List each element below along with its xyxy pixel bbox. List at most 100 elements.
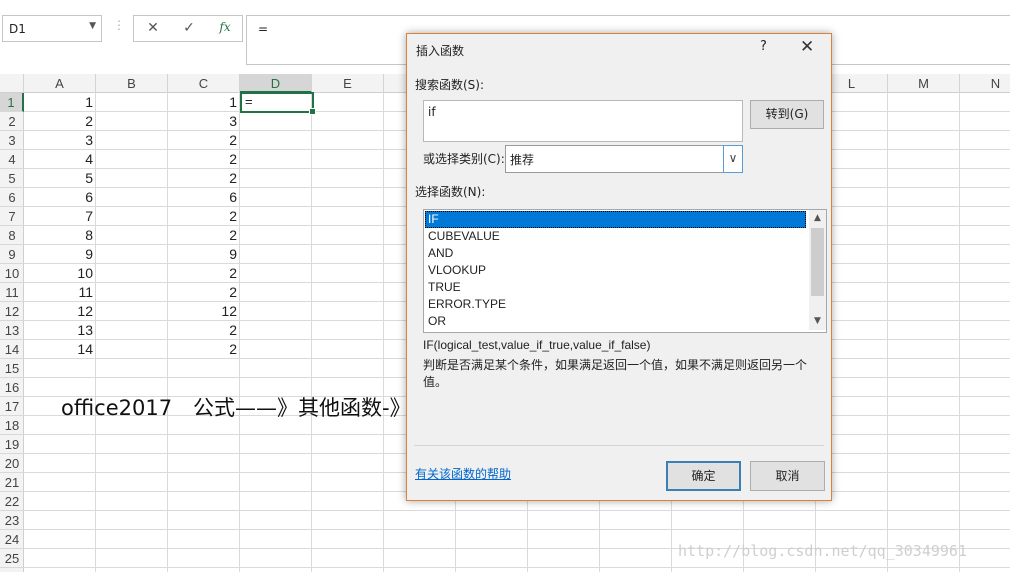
row-header-22[interactable]: 22 bbox=[0, 492, 24, 511]
column-header-b[interactable]: B bbox=[96, 74, 168, 93]
row-header-10[interactable]: 10 bbox=[0, 264, 24, 283]
row-header-9[interactable]: 9 bbox=[0, 245, 24, 264]
cell-a3[interactable]: 3 bbox=[24, 131, 96, 150]
function-item-cubevalue[interactable]: CUBEVALUE bbox=[425, 228, 806, 245]
row-header-16[interactable]: 16 bbox=[0, 378, 24, 397]
scroll-up-icon[interactable]: ▲ bbox=[809, 210, 826, 227]
cancel-icon[interactable]: ✕ bbox=[142, 20, 164, 38]
category-label: 或选择类别(C): bbox=[423, 152, 505, 166]
cell-c5[interactable]: 2 bbox=[168, 169, 240, 188]
function-item-error-type[interactable]: ERROR.TYPE bbox=[425, 296, 806, 313]
cell-c1[interactable]: 1 bbox=[168, 93, 240, 112]
cell-a14[interactable]: 14 bbox=[24, 340, 96, 359]
row-header-1[interactable]: 1 bbox=[0, 93, 24, 112]
cell-c14[interactable]: 2 bbox=[168, 340, 240, 359]
row-header-6[interactable]: 6 bbox=[0, 188, 24, 207]
column-header-c[interactable]: C bbox=[168, 74, 240, 93]
function-item-and[interactable]: AND bbox=[425, 245, 806, 262]
column-header-n[interactable]: N bbox=[960, 74, 1010, 93]
formula-bar-grip: ⋮ bbox=[113, 18, 125, 32]
cell-c8[interactable]: 2 bbox=[168, 226, 240, 245]
cell-c13[interactable]: 2 bbox=[168, 321, 240, 340]
row-header-3[interactable]: 3 bbox=[0, 131, 24, 150]
goto-button[interactable]: 转到(G) bbox=[750, 100, 824, 129]
row-header-25[interactable]: 25 bbox=[0, 549, 24, 568]
chevron-down-icon[interactable]: ∨ bbox=[723, 145, 743, 173]
list-scrollbar[interactable]: ▲ ▼ bbox=[809, 210, 826, 330]
row-header-13[interactable]: 13 bbox=[0, 321, 24, 340]
function-item-if[interactable]: IF bbox=[425, 211, 806, 228]
search-value: if bbox=[428, 105, 436, 119]
cell-c4[interactable]: 2 bbox=[168, 150, 240, 169]
function-list-label: 选择函数(N): bbox=[415, 185, 486, 199]
cell-a10[interactable]: 10 bbox=[24, 264, 96, 283]
cell-a2[interactable]: 2 bbox=[24, 112, 96, 131]
check-icon[interactable]: ✓ bbox=[178, 20, 200, 38]
divider bbox=[414, 445, 824, 446]
row-header-17[interactable]: 17 bbox=[0, 397, 24, 416]
row-header-14[interactable]: 14 bbox=[0, 340, 24, 359]
cell-a4[interactable]: 4 bbox=[24, 150, 96, 169]
cancel-button[interactable]: 取消 bbox=[750, 461, 825, 491]
function-syntax: IF(logical_test,value_if_true,value_if_f… bbox=[423, 338, 651, 352]
fill-handle[interactable] bbox=[309, 108, 316, 115]
formula-text: = bbox=[258, 22, 269, 36]
cell-c11[interactable]: 2 bbox=[168, 283, 240, 302]
function-item-vlookup[interactable]: VLOOKUP bbox=[425, 262, 806, 279]
cell-a7[interactable]: 7 bbox=[24, 207, 96, 226]
row-header-11[interactable]: 11 bbox=[0, 283, 24, 302]
cell-a1[interactable]: 1 bbox=[24, 93, 96, 112]
column-header-e[interactable]: E bbox=[312, 74, 384, 93]
name-box-value: D1 bbox=[9, 22, 26, 36]
cell-a12[interactable]: 12 bbox=[24, 302, 96, 321]
cell-c7[interactable]: 2 bbox=[168, 207, 240, 226]
cell-c3[interactable]: 2 bbox=[168, 131, 240, 150]
cell-c9[interactable]: 9 bbox=[168, 245, 240, 264]
row-header-7[interactable]: 7 bbox=[0, 207, 24, 226]
column-header-d[interactable]: D bbox=[240, 74, 312, 93]
ok-button[interactable]: 确定 bbox=[666, 461, 741, 491]
cell-c10[interactable]: 2 bbox=[168, 264, 240, 283]
row-header-20[interactable]: 20 bbox=[0, 454, 24, 473]
row-header-19[interactable]: 19 bbox=[0, 435, 24, 454]
cell-a13[interactable]: 13 bbox=[24, 321, 96, 340]
row-header-4[interactable]: 4 bbox=[0, 150, 24, 169]
formula-buttons: ✕ ✓ fx bbox=[133, 15, 243, 42]
function-help-link[interactable]: 有关该函数的帮助 bbox=[415, 465, 511, 482]
function-item-or[interactable]: OR bbox=[425, 313, 806, 330]
active-cell-d1[interactable]: = bbox=[240, 92, 316, 115]
row-header-18[interactable]: 18 bbox=[0, 416, 24, 435]
row-header-23[interactable]: 23 bbox=[0, 511, 24, 530]
name-box[interactable]: D1 ▼ bbox=[2, 15, 102, 42]
cell-a5[interactable]: 5 bbox=[24, 169, 96, 188]
scroll-thumb[interactable] bbox=[811, 228, 824, 296]
category-select[interactable]: 推荐 ∨ bbox=[505, 145, 743, 173]
function-description: 判断是否满足某个条件，如果满足返回一个值，如果不满足则返回另一个值。 bbox=[423, 358, 808, 389]
cell-a9[interactable]: 9 bbox=[24, 245, 96, 264]
row-header-5[interactable]: 5 bbox=[0, 169, 24, 188]
column-header-a[interactable]: A bbox=[24, 74, 96, 93]
insert-function-icon[interactable]: fx bbox=[214, 20, 236, 38]
select-all-corner[interactable] bbox=[0, 74, 24, 93]
help-icon[interactable]: ? bbox=[760, 39, 767, 54]
cell-c2[interactable]: 3 bbox=[168, 112, 240, 131]
cell-a6[interactable]: 6 bbox=[24, 188, 96, 207]
column-header-m[interactable]: M bbox=[888, 74, 960, 93]
row-header-21[interactable]: 21 bbox=[0, 473, 24, 492]
watermark: http://blog.csdn.net/qq_30349961 bbox=[678, 542, 967, 560]
row-header-24[interactable]: 24 bbox=[0, 530, 24, 549]
cell-c6[interactable]: 6 bbox=[168, 188, 240, 207]
search-input[interactable]: if bbox=[423, 100, 743, 142]
row-header-8[interactable]: 8 bbox=[0, 226, 24, 245]
cell-a11[interactable]: 11 bbox=[24, 283, 96, 302]
row-header-12[interactable]: 12 bbox=[0, 302, 24, 321]
cell-a8[interactable]: 8 bbox=[24, 226, 96, 245]
row-header-15[interactable]: 15 bbox=[0, 359, 24, 378]
scroll-down-icon[interactable]: ▼ bbox=[809, 313, 826, 330]
chevron-down-icon[interactable]: ▼ bbox=[89, 21, 96, 31]
function-item-true[interactable]: TRUE bbox=[425, 279, 806, 296]
row-header-2[interactable]: 2 bbox=[0, 112, 24, 131]
function-list[interactable]: IF CUBEVALUE AND VLOOKUP TRUE ERROR.TYPE OR ▲ … bbox=[423, 209, 827, 333]
close-icon[interactable]: ✕ bbox=[800, 37, 814, 57]
cell-c12[interactable]: 12 bbox=[168, 302, 240, 321]
